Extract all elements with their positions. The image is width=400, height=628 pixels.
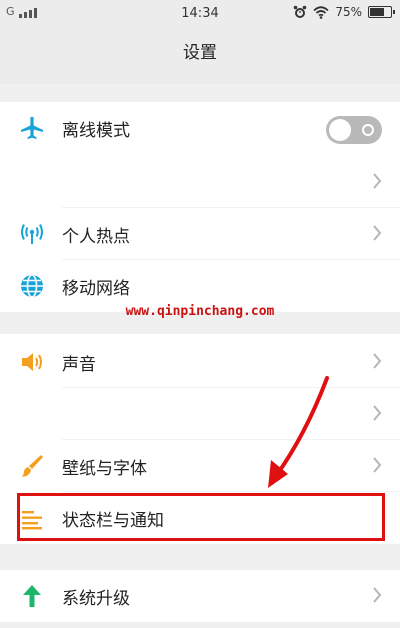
annotation-arrow-icon (268, 376, 329, 488)
